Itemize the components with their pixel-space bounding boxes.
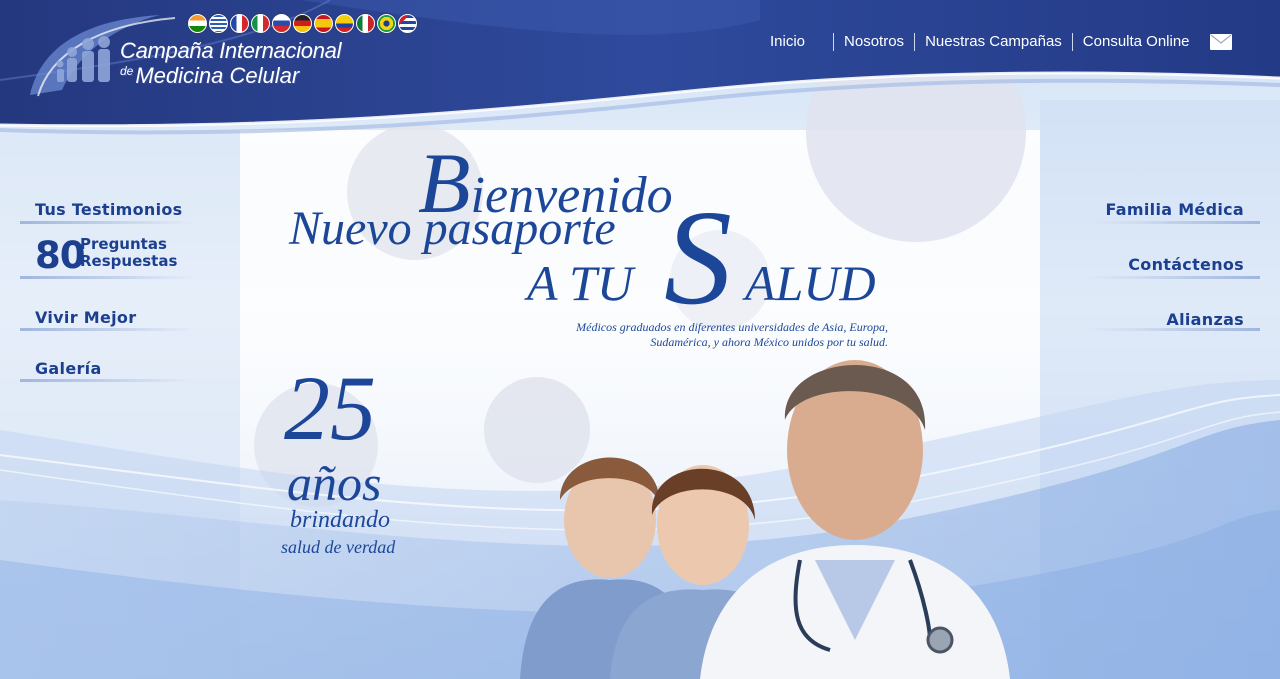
- menu-vivir-mejor[interactable]: Vivir Mejor: [35, 308, 136, 327]
- cuba-flag-icon[interactable]: [398, 14, 417, 33]
- india-flag-icon[interactable]: [188, 14, 207, 33]
- spain-flag-icon[interactable]: [314, 14, 333, 33]
- hero-nuevo-pasaporte: Nuevo pasaporte: [289, 202, 616, 255]
- mail-icon[interactable]: [1209, 34, 1232, 50]
- language-flags: [188, 14, 417, 33]
- hero-subtitle-line2: Sudamérica, y ahora México unidos por tu…: [650, 335, 888, 349]
- hero-alud: ALUD: [745, 255, 876, 311]
- menu-divider: [1085, 276, 1260, 279]
- anniversary-line2: salud de verdad: [281, 537, 396, 557]
- nav-inicio[interactable]: Inicio: [760, 33, 833, 51]
- hero-a-tu: A TU: [527, 255, 634, 311]
- nav-nuestras-campanas[interactable]: Nuestras Campañas: [914, 33, 1072, 51]
- france-flag-icon[interactable]: [230, 14, 249, 33]
- brazil-flag-icon[interactable]: [377, 14, 396, 33]
- germany-flag-icon[interactable]: [293, 14, 312, 33]
- faq-label-line1: Preguntas: [80, 235, 167, 253]
- logo-line2-text: Medicina Celular: [135, 63, 300, 88]
- logo-de-text: de: [120, 64, 134, 78]
- anniversary-word: años: [287, 455, 382, 511]
- colombia-flag-icon[interactable]: [335, 14, 354, 33]
- hero-big-s: S: [664, 183, 732, 333]
- faq-label: Preguntas Respuestas: [80, 236, 177, 270]
- menu-tus-testimonios[interactable]: Tus Testimonios: [35, 200, 183, 219]
- menu-contactenos[interactable]: Contáctenos: [1128, 255, 1244, 274]
- nav-nosotros[interactable]: Nosotros: [833, 33, 914, 51]
- italy-flag-icon[interactable]: [251, 14, 270, 33]
- russia-flag-icon[interactable]: [272, 14, 291, 33]
- menu-galeria[interactable]: Galería: [35, 359, 102, 378]
- menu-divider: [20, 221, 195, 224]
- greece-flag-icon[interactable]: [209, 14, 228, 33]
- top-navigation: Inicio Nosotros Nuestras Campañas Consul…: [760, 33, 1232, 51]
- menu-divider: [1085, 328, 1260, 331]
- hero-subtitle: Médicos graduados en diferentes universi…: [468, 320, 888, 350]
- anniversary-line1: brindando: [290, 507, 391, 533]
- menu-divider: [1085, 221, 1260, 224]
- logo-title-line1: Campaña Internacional: [120, 38, 342, 63]
- anniversary-number: 25: [284, 357, 376, 459]
- faq-number: 80: [35, 234, 85, 277]
- site-logo[interactable]: Campaña Internacional deMedicina Celular: [120, 40, 341, 87]
- hero-subtitle-line1: Médicos graduados en diferentes universi…: [576, 320, 888, 334]
- menu-divider: [20, 276, 195, 279]
- menu-familia-medica[interactable]: Familia Médica: [1106, 200, 1244, 219]
- menu-divider: [20, 328, 195, 331]
- faq-label-line2: Respuestas: [80, 252, 178, 270]
- menu-divider: [20, 379, 195, 382]
- mexico-flag-icon[interactable]: [356, 14, 375, 33]
- menu-alianzas[interactable]: Alianzas: [1166, 310, 1244, 329]
- nav-consulta-online[interactable]: Consulta Online: [1071, 33, 1200, 51]
- logo-title-line2: deMedicina Celular: [120, 65, 341, 87]
